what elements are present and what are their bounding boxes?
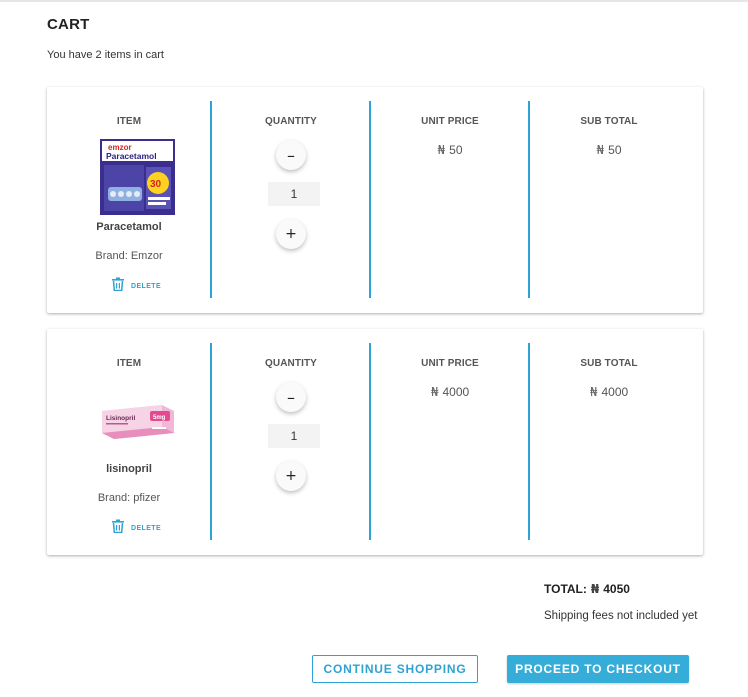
product-brand: Brand: Emzor	[95, 250, 163, 262]
decrease-quantity-button[interactable]: –	[276, 140, 306, 170]
quantity-input[interactable]	[268, 424, 320, 448]
lisinopril-pack-image: Lisinopril 5mg	[100, 381, 175, 457]
pack-product-text: Lisinopril	[106, 415, 135, 422]
quantity-input[interactable]	[268, 182, 320, 206]
item-header: ITEM	[116, 116, 142, 127]
quantity-header: QUANTITY	[265, 358, 317, 369]
cart-item-card: ITEM emzor Paracetamol 30 Paracetamol Br…	[47, 87, 703, 313]
sub-total-value: 50	[608, 143, 622, 157]
trash-icon	[111, 519, 125, 538]
sub-total-column: SUB TOTAL ₦ 4000	[530, 343, 688, 540]
pack-badge-text: 30	[150, 179, 162, 190]
delete-button[interactable]: DELETE	[111, 277, 161, 296]
proceed-to-checkout-button[interactable]: PROCEED TO CHECKOUT	[507, 655, 689, 683]
pack-badge-text: 5mg	[153, 415, 166, 421]
quantity-column: QUANTITY – +	[212, 101, 370, 298]
quantity-header: QUANTITY	[265, 116, 317, 127]
sub-total: ₦ 50	[530, 143, 688, 157]
unit-price-value: 50	[449, 143, 463, 157]
cart-item-card: ITEM Lisinopril 5mg lisinopril Brand: pf…	[47, 329, 703, 555]
increase-quantity-button[interactable]: +	[276, 219, 306, 249]
cart-total: TOTAL: ₦ 4050	[544, 582, 630, 596]
sub-total-header: SUB TOTAL	[580, 116, 638, 127]
unit-price-header: UNIT PRICE	[421, 116, 479, 127]
paracetamol-pack-image: emzor Paracetamol 30	[100, 139, 175, 215]
item-header: ITEM	[116, 358, 142, 369]
unit-price-column: UNIT PRICE ₦ 50	[371, 101, 529, 298]
unit-price: ₦ 50	[371, 143, 529, 157]
sub-total-header: SUB TOTAL	[580, 358, 638, 369]
sub-total-value: 4000	[601, 385, 629, 399]
naira-symbol: ₦	[430, 385, 439, 399]
item-column: ITEM Lisinopril 5mg lisinopril Brand: pf…	[47, 343, 211, 540]
continue-shopping-button[interactable]: CONTINUE SHOPPING	[312, 655, 478, 683]
total-value: 4050	[603, 582, 630, 596]
product-name: lisinopril	[106, 463, 152, 475]
naira-symbol: ₦	[596, 143, 605, 157]
item-column: ITEM emzor Paracetamol 30 Paracetamol Br…	[47, 101, 211, 298]
delete-label: DELETE	[131, 525, 162, 532]
sub-total-column: SUB TOTAL ₦ 50	[530, 101, 688, 298]
quantity-column: QUANTITY – +	[212, 343, 370, 540]
top-divider	[0, 0, 748, 2]
naira-symbol: ₦	[590, 582, 600, 596]
delete-button[interactable]: DELETE	[111, 519, 161, 538]
total-label: TOTAL:	[544, 582, 587, 596]
pack-product-text: Paracetamol	[106, 151, 157, 161]
delete-label: DELETE	[131, 283, 162, 290]
sub-total: ₦ 4000	[530, 385, 688, 399]
page-title: CART	[47, 16, 90, 33]
shipping-note: Shipping fees not included yet	[544, 610, 698, 622]
product-brand: Brand: pfizer	[97, 492, 161, 504]
trash-icon	[111, 277, 125, 296]
cart-count-text: You have 2 items in cart	[47, 49, 164, 61]
unit-price-column: UNIT PRICE ₦ 4000	[371, 343, 529, 540]
unit-price: ₦ 4000	[371, 385, 529, 399]
increase-quantity-button[interactable]: +	[276, 461, 306, 491]
naira-symbol: ₦	[589, 385, 598, 399]
decrease-quantity-button[interactable]: –	[276, 382, 306, 412]
naira-symbol: ₦	[437, 143, 446, 157]
unit-price-header: UNIT PRICE	[421, 358, 479, 369]
product-name: Paracetamol	[96, 221, 162, 233]
unit-price-value: 4000	[442, 385, 470, 399]
